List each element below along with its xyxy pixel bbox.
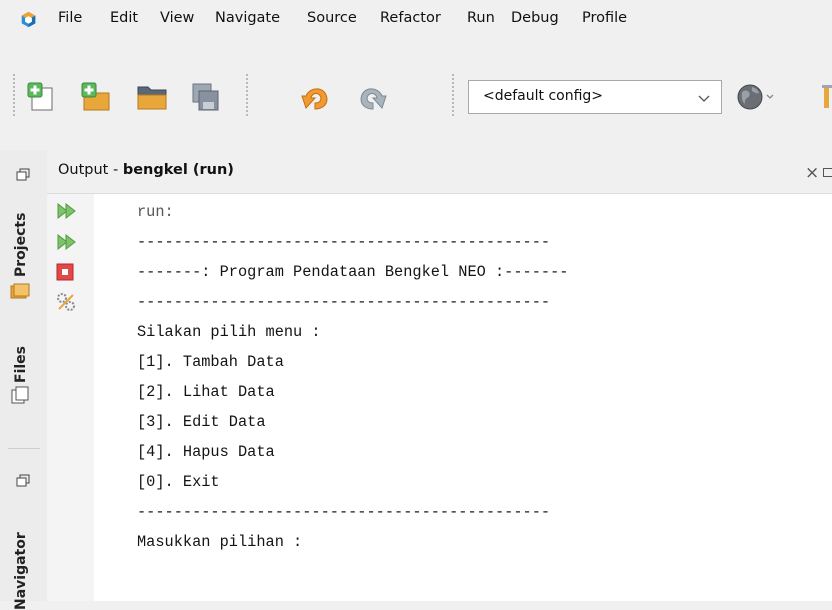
files-icon	[11, 386, 29, 404]
restore-window-icon[interactable]	[16, 474, 30, 488]
console-line: -------: Program Pendataan Bengkel NEO :…	[137, 263, 569, 281]
console-line: run:	[137, 203, 174, 221]
rerun-with-params-icon[interactable]	[56, 233, 78, 251]
divider	[8, 448, 40, 449]
config-select-value: <default config>	[483, 88, 604, 104]
toolbar-grip[interactable]	[13, 73, 15, 117]
build-icon[interactable]	[820, 84, 832, 110]
output-tab-title[interactable]: Output - bengkel (run)	[58, 162, 234, 178]
tab-files[interactable]: Files	[13, 346, 29, 383]
close-icon[interactable]: ×	[805, 163, 819, 183]
console-line: Masukkan pilihan :	[137, 533, 303, 551]
new-project-icon[interactable]	[27, 82, 57, 112]
stop-icon[interactable]	[56, 263, 74, 281]
output-side-toolbar	[47, 194, 94, 601]
undo-icon[interactable]	[300, 82, 332, 112]
restore-window-icon[interactable]	[16, 168, 30, 182]
config-select[interactable]: <default config>	[468, 80, 722, 114]
console-line: [2]. Lihat Data	[137, 383, 275, 401]
console-line: [1]. Tambah Data	[137, 353, 284, 371]
output-title-prefix: Output -	[58, 162, 123, 178]
console-output[interactable]: run: -----------------------------------…	[137, 197, 568, 557]
console-line: [4]. Hapus Data	[137, 443, 275, 461]
main-toolbar: <default config>	[0, 0, 832, 150]
console-line: [0]. Exit	[137, 473, 220, 491]
rerun-icon[interactable]	[56, 202, 78, 220]
tab-projects[interactable]: Projects	[13, 213, 29, 277]
settings-icon[interactable]	[56, 292, 76, 312]
maximize-icon[interactable]	[823, 168, 832, 177]
chevron-down-icon	[698, 95, 710, 102]
console-line: Silakan pilih menu :	[137, 323, 321, 341]
output-tab-header: Output - bengkel (run) ×	[47, 150, 832, 194]
toolbar-grip[interactable]	[452, 73, 454, 117]
tab-navigator[interactable]: Navigator	[13, 532, 29, 610]
console-line: [3]. Edit Data	[137, 413, 266, 431]
globe-icon[interactable]	[736, 82, 778, 112]
redo-icon[interactable]	[356, 82, 388, 112]
output-title-project: bengkel (run)	[122, 162, 234, 178]
open-project-icon[interactable]	[136, 82, 168, 112]
projects-icon	[10, 283, 30, 299]
output-window: Output - bengkel (run) × run: ----------…	[47, 150, 832, 601]
console-line: ----------------------------------------…	[137, 233, 551, 251]
toolbar-grip[interactable]	[246, 73, 248, 117]
save-all-icon[interactable]	[190, 82, 220, 112]
new-file-icon[interactable]	[81, 82, 111, 112]
console-line: ----------------------------------------…	[137, 293, 551, 311]
left-side-panel: Projects Files Navigator	[0, 150, 47, 610]
console-line: ----------------------------------------…	[137, 503, 551, 521]
